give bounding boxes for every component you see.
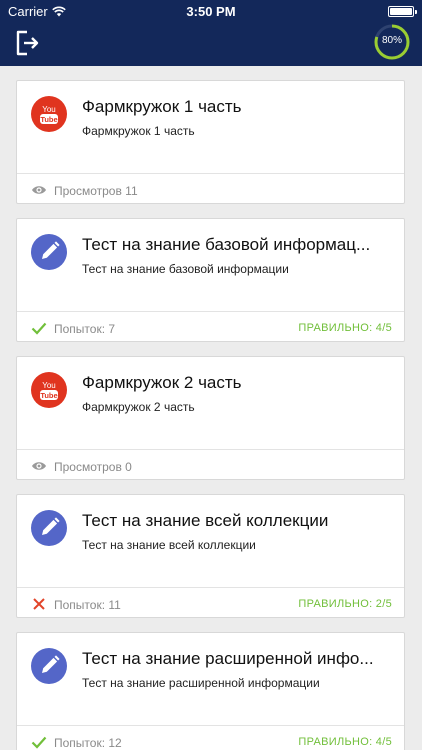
list-item[interactable]: Тест на знание базовой информац... Тест … xyxy=(16,218,405,342)
item-subtitle: Фармкружок 2 часть xyxy=(82,400,195,414)
pencil-icon xyxy=(31,510,67,546)
item-footer: Попыток: 11 ПРАВИЛЬНО: 2/5 xyxy=(31,597,392,613)
svg-text:Tube: Tube xyxy=(40,391,57,400)
divider xyxy=(17,449,404,450)
list-item[interactable]: You Tube Фармкружок 2 часть Фармкружок 2… xyxy=(16,356,405,480)
battery-icon xyxy=(388,6,417,17)
item-subtitle: Тест на знание базовой информации xyxy=(82,262,289,276)
eye-icon xyxy=(32,462,46,470)
status-bar: Carrier 3:50 PM xyxy=(0,0,422,22)
pencil-icon xyxy=(31,234,67,270)
cross-icon xyxy=(33,598,45,610)
attempts-count: Попыток: 7 xyxy=(54,322,116,336)
item-subtitle: Фармкружок 1 часть xyxy=(82,124,195,138)
youtube-icon: You Tube xyxy=(31,372,67,408)
views-count: Просмотров 11 xyxy=(54,184,138,198)
item-title: Фармкружок 1 часть xyxy=(82,97,242,116)
top-navbar: 80% xyxy=(0,22,422,66)
correct-score: ПРАВИЛЬНО: 4/5 xyxy=(298,736,392,748)
item-footer: Попыток: 7 ПРАВИЛЬНО: 4/5 xyxy=(31,321,392,337)
item-title: Тест на знание базовой информац... xyxy=(82,235,371,254)
svg-text:You: You xyxy=(42,105,56,114)
divider xyxy=(17,587,404,588)
correct-score: ПРАВИЛЬНО: 2/5 xyxy=(298,598,392,610)
svg-text:Tube: Tube xyxy=(40,115,57,124)
svg-text:You: You xyxy=(42,381,56,390)
item-title: Тест на знание расширенной инфо... xyxy=(82,649,374,668)
attempts-count: Попыток: 12 xyxy=(54,736,122,750)
divider xyxy=(17,311,404,312)
list-item[interactable]: You Tube Фармкружок 1 часть Фармкружок 1… xyxy=(16,80,405,204)
item-footer: Просмотров 11 xyxy=(31,183,392,199)
clock: 3:50 PM xyxy=(186,4,236,19)
correct-score: ПРАВИЛЬНО: 4/5 xyxy=(298,322,392,334)
item-subtitle: Тест на знание всей коллекции xyxy=(82,538,256,552)
divider xyxy=(17,725,404,726)
pencil-icon xyxy=(31,648,67,684)
item-subtitle: Тест на знание расширенной информации xyxy=(82,676,320,690)
progress-ring[interactable]: 80% xyxy=(372,22,412,62)
youtube-icon: You Tube xyxy=(31,96,67,132)
item-footer: Просмотров 0 xyxy=(31,459,392,475)
progress-label: 80% xyxy=(381,35,402,46)
attempts-count: Попыток: 11 xyxy=(54,598,121,612)
eye-icon xyxy=(32,186,46,194)
divider xyxy=(17,173,404,174)
content-list: You Tube Фармкружок 1 часть Фармкружок 1… xyxy=(0,66,422,750)
check-icon xyxy=(31,322,47,335)
item-footer: Попыток: 12 ПРАВИЛЬНО: 4/5 xyxy=(31,735,392,750)
list-item[interactable]: Тест на знание расширенной инфо... Тест … xyxy=(16,632,405,750)
item-title: Тест на знание всей коллекции xyxy=(82,511,329,530)
item-title: Фармкружок 2 часть xyxy=(82,373,242,392)
check-icon xyxy=(31,736,47,749)
list-item[interactable]: Тест на знание всей коллекции Тест на зн… xyxy=(16,494,405,618)
views-count: Просмотров 0 xyxy=(54,460,132,474)
logout-icon[interactable] xyxy=(12,28,42,58)
